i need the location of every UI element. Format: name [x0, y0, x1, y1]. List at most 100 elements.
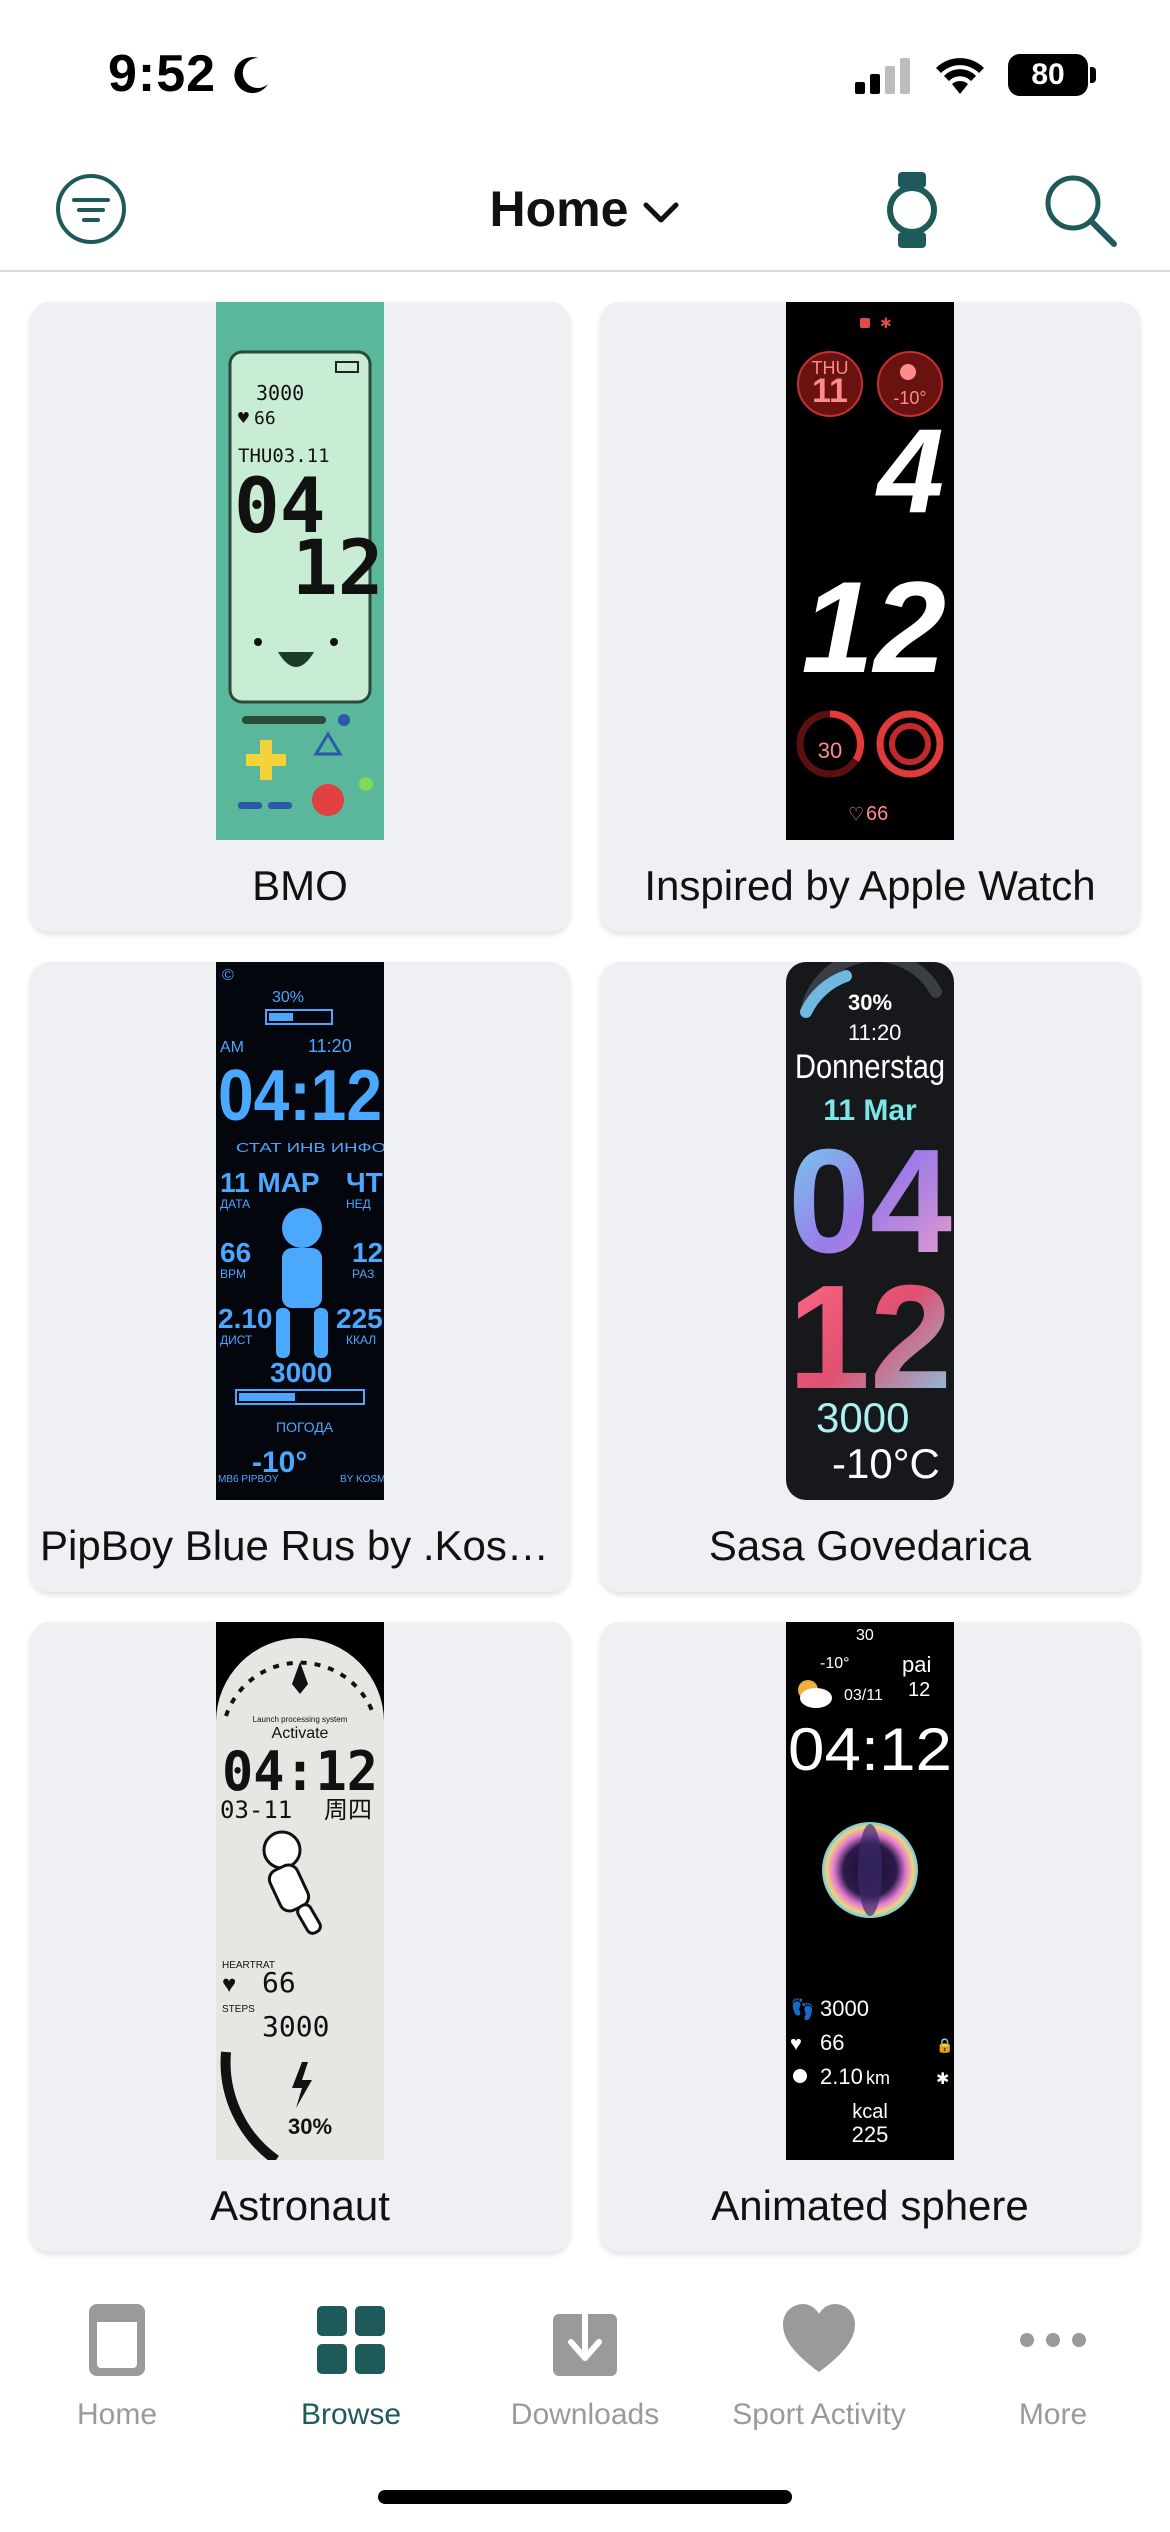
bmo-heart: 66 — [254, 408, 276, 429]
battery-tip — [1090, 67, 1096, 83]
search-icon[interactable] — [1040, 170, 1120, 250]
sphere-heart: 66 — [820, 2030, 844, 2055]
watchface-preview: © 30% AM 11:20 04:12 СТАТ ИНВ ИНФО 11 МА… — [216, 962, 384, 1500]
watchface-card[interactable]: 3000 ♥ 66 THU03.11 04 12 BMO — [30, 302, 570, 932]
svg-text:🔒: 🔒 — [936, 2037, 953, 2054]
apple-minute: 12 — [801, 554, 946, 700]
pip-kcal: 225 — [336, 1303, 383, 1334]
sphere-temp: -10° — [820, 1655, 850, 1672]
pip-footer-right: BY KOSMIX — [340, 1474, 384, 1485]
sphere-dist: 2.10 — [820, 2064, 863, 2089]
pip-tabs: СТАТ ИНВ ИНФО — [236, 1140, 384, 1155]
watchface-preview: 3000 ♥ 66 THU03.11 04 12 — [216, 302, 384, 840]
watchface-icon — [89, 2304, 145, 2376]
home-dropdown[interactable]: Home — [0, 180, 1170, 238]
astro-system: Launch processing system — [253, 1715, 348, 1724]
sphere-time: 04:12 — [788, 1716, 952, 1783]
watchface-card[interactable]: ✱ THU 11 -10° 4 12 30 ♡ 66 Inspired by A… — [600, 302, 1140, 932]
ellipsis-icon — [1020, 2333, 1086, 2347]
sphere-pai-label: pai — [902, 1652, 931, 1677]
svg-text:✱: ✱ — [880, 315, 892, 331]
tab-home[interactable]: Home — [0, 2300, 234, 2432]
watchface-name: Sasa Govedarica — [708, 1522, 1032, 1569]
apple-hour: 4 — [875, 404, 944, 538]
download-icon — [553, 2302, 617, 2376]
home-indicator — [378, 2490, 792, 2504]
astro-time: 04:12 — [222, 1740, 378, 1803]
tab-more[interactable]: More — [936, 2300, 1170, 2432]
status-bar: 9:52 80 — [0, 0, 1170, 150]
tab-browse[interactable]: Browse — [234, 2300, 468, 2432]
bmo-minute: 12 — [292, 523, 384, 612]
tab-label: Home — [76, 2398, 158, 2431]
svg-text:♥: ♥ — [222, 1971, 236, 1998]
sphere-kcal-label: kcal — [852, 2101, 888, 2123]
watchface-name: Animated sphere — [711, 2182, 1029, 2229]
tab-label: Browse — [300, 2398, 402, 2431]
sphere-steps: 3000 — [820, 1996, 869, 2021]
sasa-alarm: 11:20 — [848, 1020, 901, 1045]
pip-steps: 3000 — [270, 1357, 332, 1388]
tab-label: Sport Activity — [732, 2398, 906, 2431]
heart-icon — [783, 2304, 855, 2372]
watchface-preview: Launch processing system Activate 04:12 … — [216, 1622, 384, 2160]
pip-bpm: 66 — [220, 1237, 251, 1268]
status-time: 9:52 — [108, 45, 217, 103]
chevron-down-icon — [643, 202, 679, 223]
bmo-steps: 3000 — [256, 381, 304, 405]
watchface-card[interactable]: © 30% AM 11:20 04:12 СТАТ ИНВ ИНФО 11 МА… — [30, 962, 570, 1592]
sphere-date: 03/11 — [844, 1687, 883, 1704]
astro-date: 03-11 — [220, 1796, 292, 1824]
watchface-name: Inspired by Apple Watch — [644, 862, 1096, 909]
pip-battery: 30% — [272, 989, 304, 1006]
watchface-card[interactable]: 30 -10° 03/11 pai 12 04:12 👣 3000 ♥ 66 🔒… — [600, 1622, 1140, 2252]
watchface-preview: 30% 11:20 Donnerstag 11 Mar 04 12 3000 -… — [786, 962, 954, 1500]
tab-label: Downloads — [510, 2398, 660, 2431]
grid-icon — [317, 2306, 385, 2374]
astro-steps-label: STEPS — [222, 2004, 255, 2015]
svg-text:©: © — [222, 967, 234, 984]
svg-text:♥: ♥ — [790, 2033, 802, 2055]
pip-dist-label: ДИСТ — [220, 1333, 253, 1347]
watchface-name: Astronaut — [210, 2182, 390, 2229]
svg-text:♡: ♡ — [848, 804, 864, 824]
pip-kcal-label: ККАЛ — [346, 1333, 376, 1347]
watchface-card[interactable]: 30% 11:20 Donnerstag 11 Mar 04 12 3000 -… — [600, 962, 1140, 1592]
app-header: Home — [0, 150, 1170, 272]
pip-time: 04:12 — [218, 1056, 382, 1136]
watchface-preview: 30 -10° 03/11 pai 12 04:12 👣 3000 ♥ 66 🔒… — [786, 1622, 954, 2160]
sasa-weekday: Donnerstag — [795, 1048, 945, 1086]
watch-icon[interactable] — [884, 170, 940, 250]
sphere-dist-unit: km — [866, 2068, 890, 2088]
watchface-name: BMO — [252, 862, 348, 909]
wifi-icon — [936, 58, 984, 94]
tab-downloads[interactable]: Downloads — [468, 2300, 702, 2432]
astro-battery: 30% — [288, 2114, 332, 2139]
signal-icon — [855, 58, 910, 94]
apple-date: 11 — [812, 372, 848, 410]
watchface-name: PipBoy Blue Rus by .Kosmix — [40, 1522, 560, 1569]
sasa-steps: 3000 — [816, 1394, 909, 1441]
page-title: Home — [489, 181, 629, 237]
pip-weather-label: ПОГОДА — [276, 1419, 334, 1435]
pip-bpm-label: BPM — [220, 1267, 246, 1281]
astro-steps: 3000 — [262, 2010, 329, 2043]
sasa-temp: -10°C — [832, 1440, 940, 1487]
sphere-pai: 12 — [908, 1679, 930, 1701]
svg-text:✱: ✱ — [936, 2071, 949, 2088]
svg-text:♥: ♥ — [238, 408, 249, 429]
pip-dist: 2.10 — [218, 1303, 273, 1334]
watchface-card[interactable]: Launch processing system Activate 04:12 … — [30, 1622, 570, 2252]
pip-level-label: РАЗ — [352, 1267, 374, 1281]
sphere-kcal: 225 — [852, 2122, 889, 2147]
apple-battery: 30 — [818, 738, 842, 763]
svg-text:👣: 👣 — [790, 1997, 815, 2021]
pip-week-label: НЕД — [346, 1197, 371, 1211]
pip-ampm: AM — [220, 1039, 244, 1056]
pip-dow: ЧТ — [346, 1167, 383, 1198]
tab-sport-activity[interactable]: Sport Activity — [702, 2300, 936, 2432]
astro-heart: 66 — [262, 1966, 296, 1999]
astro-dow: 周四 — [324, 1797, 372, 1824]
watchface-preview: ✱ THU 11 -10° 4 12 30 ♡ 66 — [786, 302, 954, 840]
pip-date: 11 МАР — [220, 1167, 320, 1198]
